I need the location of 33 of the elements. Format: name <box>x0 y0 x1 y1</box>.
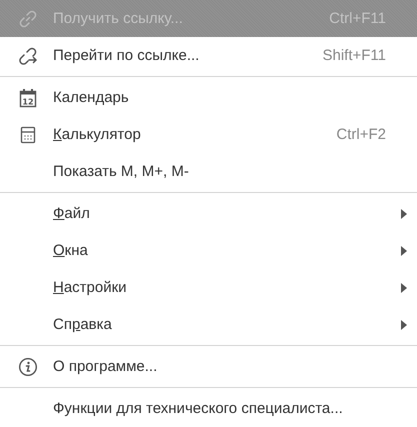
menu-item[interactable]: Окна <box>0 232 417 269</box>
submenu-arrow-icon <box>401 208 407 218</box>
menu-item[interactable]: Показать M, M+, M- <box>0 153 417 190</box>
menu-item-label: Получить ссылку... <box>53 10 184 27</box>
menu-item-label: Перейти по ссылке... <box>53 47 200 64</box>
link-arrow-icon <box>18 46 38 66</box>
calendar-icon: 12 <box>18 88 36 108</box>
menu-item-label: О программе... <box>53 358 158 375</box>
menu-item-label: Окна <box>53 242 89 259</box>
menu-item-label: Калькулятор <box>53 126 142 143</box>
info-icon <box>18 356 38 376</box>
shortcut-text: Ctrl+F2 <box>336 126 386 143</box>
menu-item[interactable]: Калькулятор Ctrl+F2 <box>0 116 417 153</box>
menu-item[interactable]: Перейти по ссылке... Shift+F11 <box>0 37 417 74</box>
menu-item-label: Календарь <box>53 89 130 106</box>
shortcut-text: Ctrl+F11 <box>329 10 386 27</box>
menu-item[interactable]: 12 Календарь <box>0 79 417 116</box>
submenu-arrow-icon <box>401 246 407 256</box>
menu-item[interactable]: Справка <box>0 306 417 343</box>
menu-item-label: Настройки <box>53 279 128 296</box>
link-icon <box>18 8 38 28</box>
submenu-arrow-icon <box>401 320 407 330</box>
menu-item-label: Справка <box>53 316 113 333</box>
calculator-icon <box>20 126 36 144</box>
menu-item-label: Показать M, M+, M- <box>53 163 190 180</box>
shortcut-text: Shift+F11 <box>322 47 386 64</box>
menu-item[interactable]: Настройки <box>0 269 417 306</box>
menu-item-label: Функции для технического специалиста... <box>53 400 344 417</box>
submenu-arrow-icon <box>401 282 407 292</box>
menu-item[interactable]: Файл <box>0 195 417 232</box>
menu-item[interactable]: О программе... <box>0 348 417 385</box>
menu-item-label: Файл <box>53 205 91 222</box>
menu-item[interactable]: Функции для технического специалиста... <box>0 390 417 427</box>
